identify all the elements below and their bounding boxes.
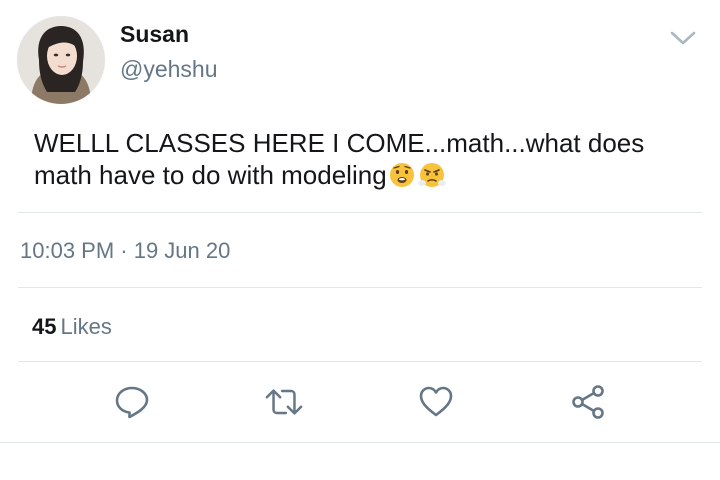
heart-icon — [419, 386, 453, 417]
tweet-body: WELLL CLASSES HERE I COME...math...what … — [34, 127, 694, 191]
reply-icon — [115, 386, 149, 419]
like-button[interactable] — [416, 382, 456, 422]
likes-count: 45 — [32, 314, 57, 339]
tweet-text: WELLL CLASSES HERE I COME...math...what … — [34, 128, 645, 190]
likes-label: Likes — [60, 314, 112, 339]
share-icon — [572, 385, 604, 419]
likes-stat[interactable]: 45 Likes — [32, 314, 112, 340]
retweet-button[interactable] — [264, 382, 304, 422]
divider — [0, 442, 720, 443]
divider — [18, 287, 702, 288]
retweet-icon — [265, 389, 303, 415]
chevron-down-icon[interactable] — [668, 27, 698, 49]
avatar-photo — [17, 16, 105, 104]
anguished-face-emoji — [387, 160, 417, 188]
tweet-detail: Susan @yehshu WELLL CLASSES HERE I COME.… — [0, 0, 720, 480]
display-name[interactable]: Susan — [120, 21, 189, 48]
tweet-timestamp[interactable]: 10:03 PM · 19 Jun 20 — [20, 238, 230, 264]
share-button[interactable] — [568, 382, 608, 422]
avatar[interactable] — [17, 16, 105, 104]
reply-button[interactable] — [112, 382, 152, 422]
divider — [18, 212, 702, 213]
user-handle[interactable]: @yehshu — [120, 56, 218, 83]
divider — [18, 361, 702, 362]
face-with-steam-from-nose-emoji — [417, 160, 447, 188]
